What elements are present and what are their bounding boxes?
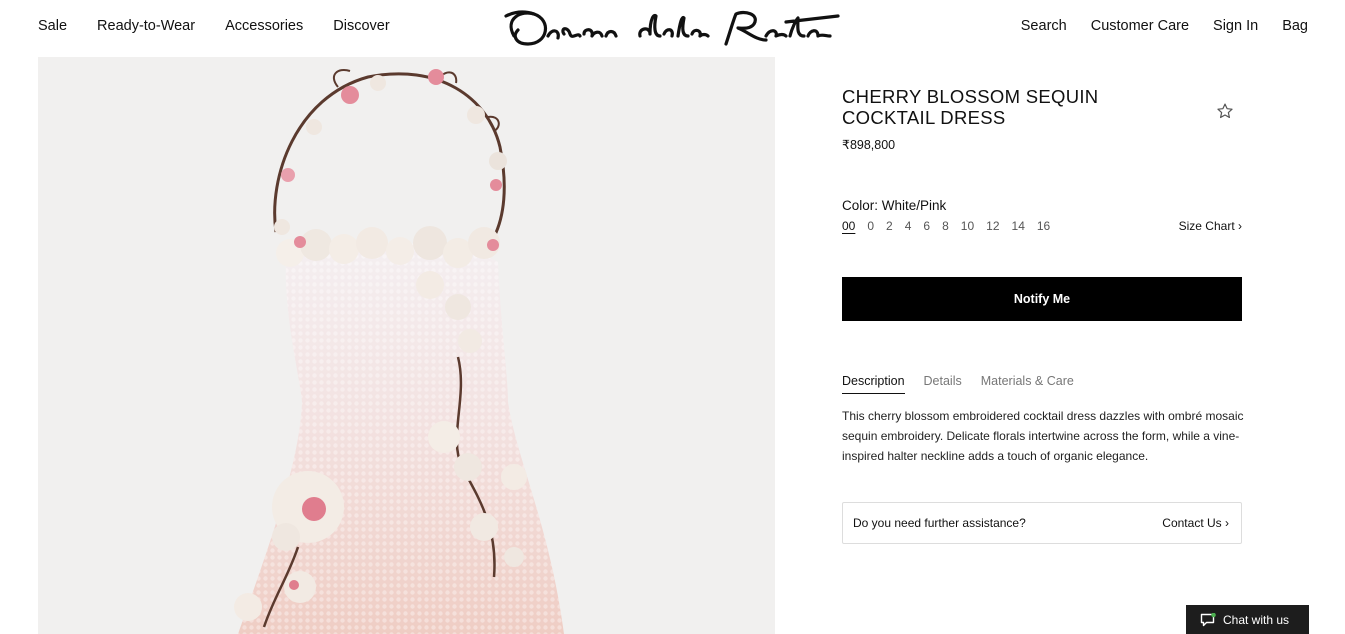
nav-ready-to-wear[interactable]: Ready-to-Wear: [97, 18, 195, 34]
color-label: Color: White/Pink: [842, 198, 947, 213]
product-details: CHERRY BLOSSOM SEQUIN COCKTAIL DRESS ₹89…: [842, 86, 1243, 544]
nav-search[interactable]: Search: [1021, 18, 1067, 34]
chat-bubble-icon: [1200, 612, 1216, 626]
nav-bag[interactable]: Bag: [1282, 18, 1308, 34]
nav-discover[interactable]: Discover: [333, 18, 389, 34]
size-option[interactable]: 4: [905, 219, 912, 233]
chevron-right-icon: ›: [1238, 219, 1242, 233]
notify-me-button[interactable]: Notify Me: [842, 277, 1242, 321]
size-option[interactable]: 00: [842, 219, 855, 233]
assistance-question: Do you need further assistance?: [853, 516, 1026, 530]
size-option[interactable]: 0: [867, 219, 874, 233]
info-tabs: Description Details Materials & Care: [842, 374, 1074, 394]
chevron-right-icon: ›: [1225, 516, 1229, 530]
primary-nav: Sale Ready-to-Wear Accessories Discover: [38, 18, 390, 34]
tab-details[interactable]: Details: [924, 374, 962, 394]
product-title: CHERRY BLOSSOM SEQUIN COCKTAIL DRESS: [842, 86, 1099, 128]
nav-customer-care[interactable]: Customer Care: [1091, 18, 1189, 34]
chat-label: Chat with us: [1223, 612, 1290, 627]
size-option[interactable]: 12: [986, 219, 999, 233]
contact-us-label: Contact Us: [1162, 516, 1222, 530]
nav-accessories[interactable]: Accessories: [225, 18, 303, 34]
size-option[interactable]: 14: [1012, 219, 1025, 233]
brand-logo[interactable]: [504, 6, 844, 52]
nav-sale[interactable]: Sale: [38, 18, 67, 34]
tab-materials-care[interactable]: Materials & Care: [981, 374, 1074, 394]
tab-description[interactable]: Description: [842, 374, 905, 394]
utility-nav: Search Customer Care Sign In Bag: [1021, 18, 1308, 34]
size-chart-link[interactable]: Size Chart ›: [1179, 219, 1242, 233]
dress-illustration: [234, 69, 564, 634]
product-description: This cherry blossom embroidered cocktail…: [842, 409, 1244, 463]
size-option[interactable]: 16: [1037, 219, 1050, 233]
size-option[interactable]: 6: [923, 219, 930, 233]
star-outline-icon[interactable]: [1216, 102, 1234, 120]
product-image[interactable]: [38, 57, 775, 634]
size-option[interactable]: 8: [942, 219, 949, 233]
size-selector: 00 0 2 4 6 8 10 12 14 16: [842, 219, 1050, 233]
size-option[interactable]: 10: [961, 219, 974, 233]
site-header: Sale Ready-to-Wear Accessories Discover …: [0, 0, 1345, 56]
size-chart-label: Size Chart: [1178, 219, 1235, 233]
contact-us-link[interactable]: Contact Us ›: [1162, 516, 1229, 530]
product-price: ₹898,800: [842, 138, 896, 152]
size-option[interactable]: 2: [886, 219, 893, 233]
nav-sign-in[interactable]: Sign In: [1213, 18, 1258, 34]
assistance-box: Do you need further assistance? Contact …: [842, 502, 1242, 544]
chat-button[interactable]: Chat with us: [1186, 605, 1309, 634]
